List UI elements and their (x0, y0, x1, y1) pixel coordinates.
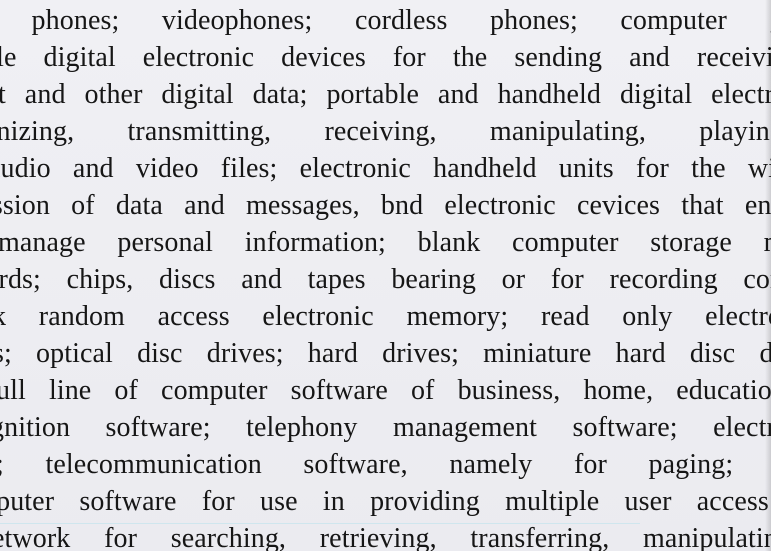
scanned-document-page: s phones; videophones; cordless phones; … (0, 0, 771, 551)
text-line-14: nputer software for use in providing mul… (0, 486, 771, 517)
text-line-11: ull line of computer software of busines… (0, 375, 771, 406)
text-line-12: gnition software; telephony management s… (0, 412, 771, 443)
page-edge-shadow (765, 0, 771, 551)
text-line-5: audio and video files; electronic handhe… (0, 153, 771, 184)
text-line-3: t and other digital data; portable and h… (0, 79, 771, 110)
text-line-15: etwork for searching, retrieving, transf… (0, 523, 771, 551)
text-line-8: ards; chips, discs and tapes bearing or … (0, 264, 771, 295)
text-line-6: ission of data and messages, bnd electro… (0, 190, 771, 221)
text-line-10: s; optical disc drives; hard drives; min… (0, 338, 771, 369)
text-line-2: ble digital electronic devices for the s… (0, 42, 771, 73)
text-line-7: manage personal information; blank compu… (0, 227, 771, 258)
text-line-9: k random access electronic memory; read … (0, 301, 771, 332)
text-line-4: anizing, transmitting, receiving, manipu… (0, 116, 771, 147)
text-line-13: ; telecommunication software, namely for… (0, 449, 771, 480)
text-line-1: s phones; videophones; cordless phones; … (0, 5, 771, 36)
